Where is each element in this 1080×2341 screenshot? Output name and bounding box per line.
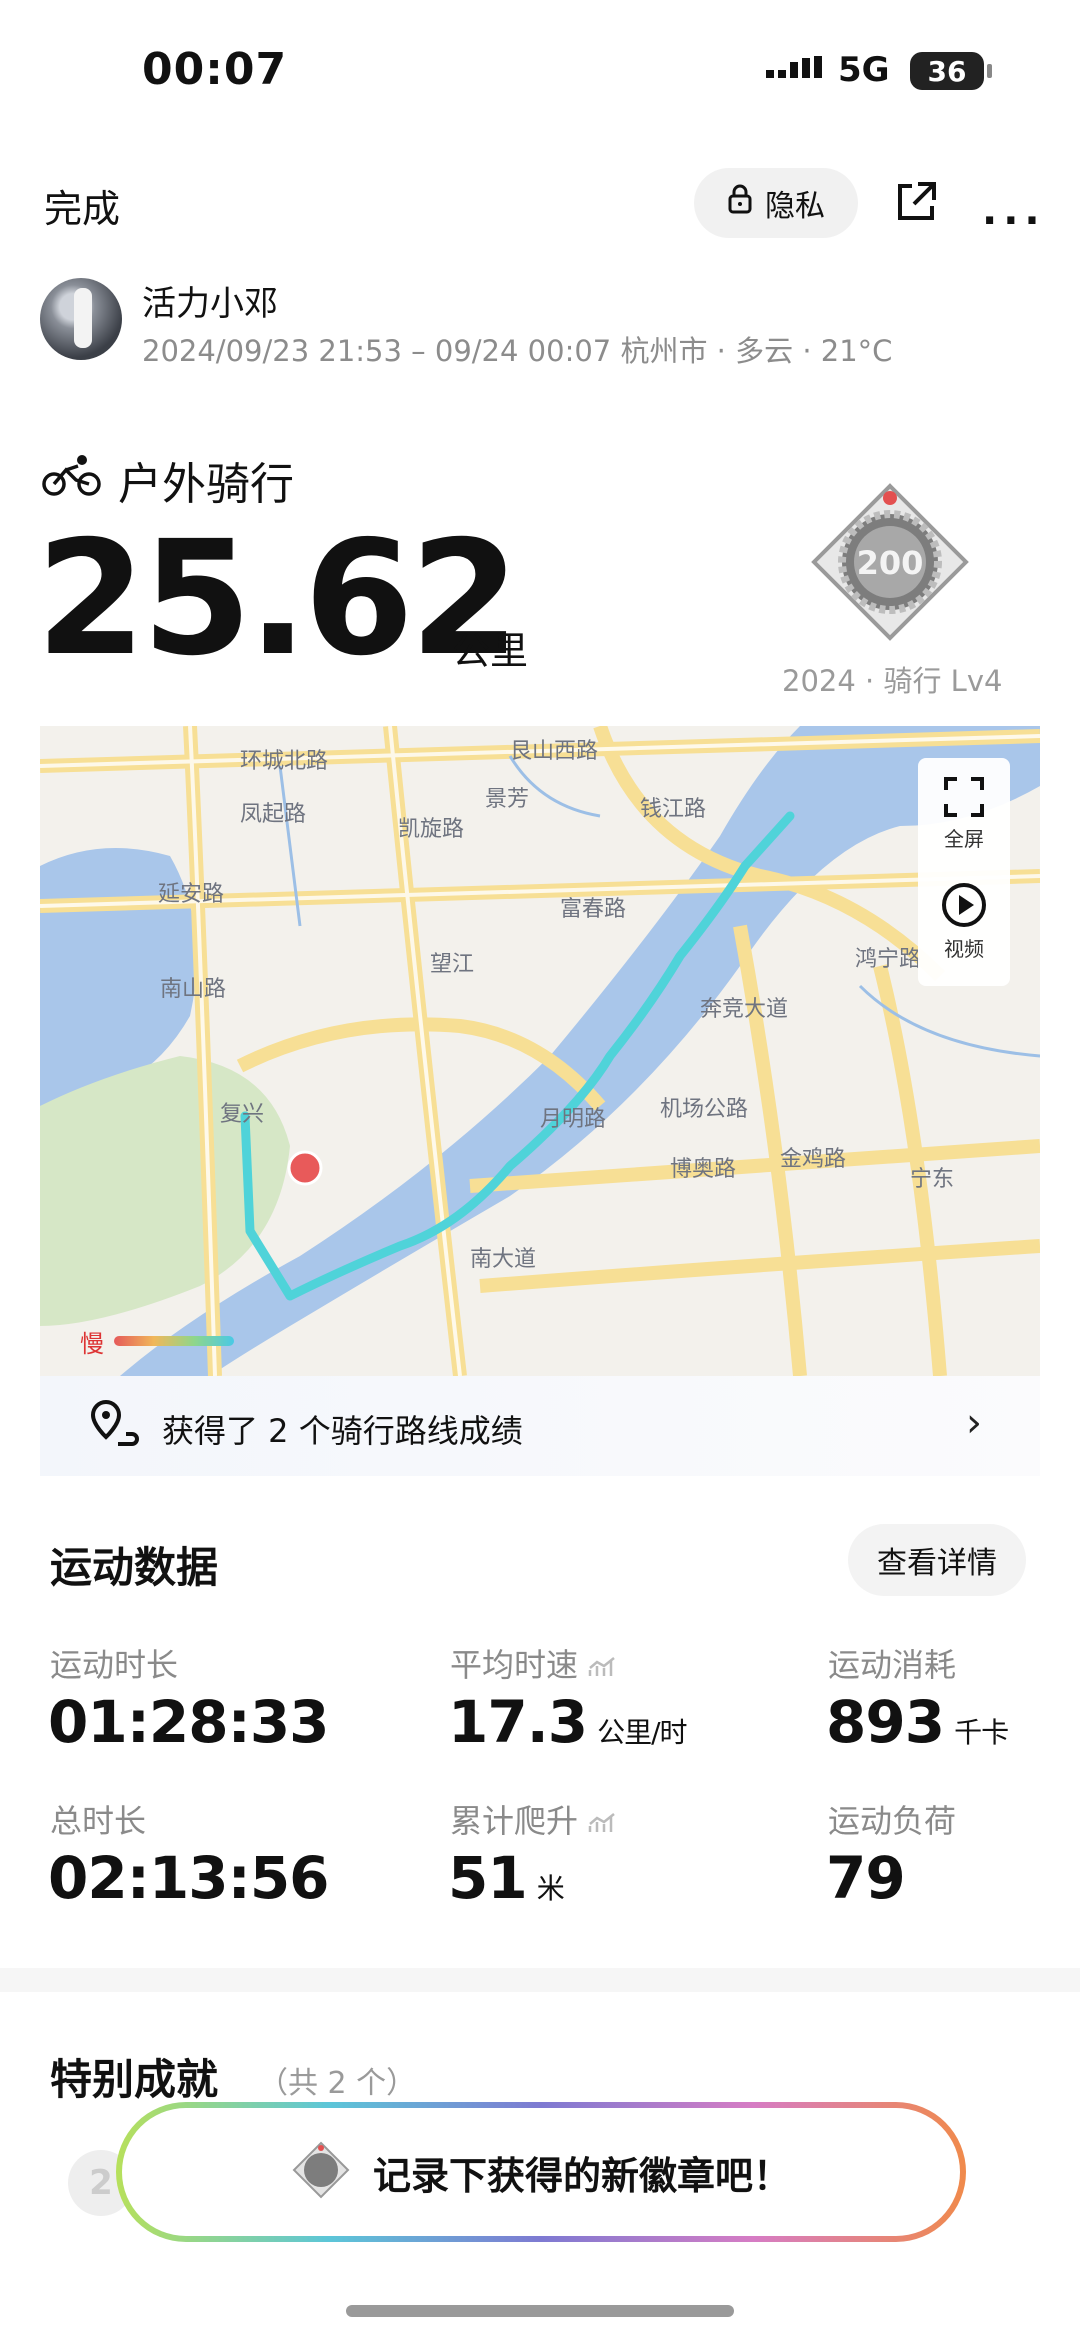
more-icon[interactable]: ··· bbox=[982, 198, 1046, 244]
section-divider bbox=[0, 1968, 1080, 1992]
map-street-label: 金鸡路 bbox=[780, 1147, 846, 1172]
toast-text: 记录下获得的新徽章吧！ bbox=[372, 2153, 791, 2198]
map-street-label: 鸿宁路 bbox=[855, 947, 921, 972]
stat-value: 893 千卡 bbox=[826, 1688, 1009, 1756]
privacy-button[interactable]: 隐私 bbox=[694, 168, 858, 238]
badge-thumb-icon bbox=[291, 2140, 351, 2204]
stat-label: 总时长 bbox=[50, 1802, 147, 1840]
user-name: 活力小邓 bbox=[142, 284, 278, 324]
stat-label: 运动消耗 bbox=[828, 1646, 957, 1684]
map-street-label: 宁东 bbox=[910, 1167, 954, 1192]
speed-legend-slow: 慢 bbox=[80, 1330, 104, 1358]
chevron-right-icon: › bbox=[966, 1400, 982, 1446]
stat-value: 51 米 bbox=[448, 1844, 565, 1912]
trend-icon[interactable] bbox=[588, 1812, 616, 1834]
speed-legend-bar bbox=[114, 1336, 234, 1346]
fullscreen-label: 全屏 bbox=[944, 827, 984, 851]
avatar[interactable] bbox=[40, 278, 122, 360]
map-street-label: 奔竞大道 bbox=[700, 997, 788, 1022]
home-indicator[interactable] bbox=[346, 2305, 734, 2317]
stat-label: 运动时长 bbox=[50, 1646, 179, 1684]
map-street-label: 艮山西路 bbox=[510, 739, 598, 764]
privacy-label: 隐私 bbox=[765, 189, 825, 224]
trend-icon[interactable] bbox=[588, 1656, 616, 1678]
stat-label: 运动负荷 bbox=[828, 1802, 957, 1840]
stats-title: 运动数据 bbox=[50, 1543, 219, 1592]
map-street-label: 月明路 bbox=[540, 1107, 606, 1132]
activity-meta: 2024/09/23 21:53 – 09/24 00:07 杭州市 · 多云 … bbox=[142, 334, 893, 368]
done-button[interactable]: 完成 bbox=[44, 178, 120, 233]
route-pin-icon bbox=[88, 1398, 140, 1454]
route-achievement-text: 获得了 2 个骑行路线成绩 bbox=[162, 1412, 523, 1450]
distance-value: 25.62 bbox=[36, 507, 520, 691]
map-street-label: 南山路 bbox=[160, 977, 226, 1002]
route-map[interactable]: 环城北路 艮山西路凤起路 景芳 凯旋路 钱江路延安路南山路 望江 富春路鸿宁路奔竞大道机场公… bbox=[40, 726, 1040, 1376]
stat-label: 平均时速 bbox=[450, 1640, 616, 1686]
map-tools: 全屏 视频 bbox=[918, 758, 1010, 986]
network-type: 5G bbox=[838, 50, 890, 90]
stat-value: 01:28:33 bbox=[48, 1688, 330, 1756]
map-street-label: 博奥路 bbox=[670, 1157, 736, 1182]
signal-icon bbox=[766, 56, 826, 90]
level-badge[interactable]: 200 bbox=[808, 480, 972, 648]
play-icon bbox=[942, 883, 986, 927]
achievements-count: （共 2 个） bbox=[258, 2066, 417, 2101]
distance-unit: 公里 bbox=[452, 629, 529, 673]
map-street-label: 望江 bbox=[430, 952, 474, 977]
activity-type: 户外骑行 bbox=[118, 459, 294, 510]
badge-caption: 2024 · 骑行 Lv4 bbox=[782, 664, 1003, 698]
video-button[interactable]: 视频 bbox=[918, 882, 1010, 962]
stat-value: 17.3 公里/时 bbox=[448, 1688, 688, 1756]
stat-value: 79 bbox=[826, 1844, 906, 1912]
view-details-button[interactable]: 查看详情 bbox=[848, 1524, 1026, 1596]
map-street-label: 凯旋路 bbox=[398, 817, 464, 842]
bicycle-icon bbox=[42, 452, 102, 502]
new-badge-toast[interactable]: 记录下获得的新徽章吧！ bbox=[116, 2102, 966, 2242]
map-street-label: 环城北路 bbox=[240, 749, 328, 774]
stat-label: 累计爬升 bbox=[450, 1796, 616, 1842]
video-label: 视频 bbox=[944, 937, 984, 961]
map-street-label: 机场公路 bbox=[660, 1097, 748, 1122]
map-street-label: 南大道 bbox=[470, 1247, 536, 1272]
route-achievement-banner[interactable]: 获得了 2 个骑行路线成绩 › bbox=[40, 1376, 1040, 1476]
share-icon[interactable] bbox=[894, 180, 938, 228]
fullscreen-icon bbox=[944, 777, 984, 817]
map-street-label: 景芳 bbox=[485, 787, 529, 812]
fullscreen-button[interactable]: 全屏 bbox=[918, 776, 1010, 852]
map-street-label: 富春路 bbox=[560, 897, 626, 922]
map-street-label: 延安路 bbox=[158, 882, 224, 907]
map-street-label: 凤起路 bbox=[240, 802, 306, 827]
status-time: 00:07 bbox=[142, 44, 288, 95]
map-street-label: 复兴 bbox=[220, 1102, 264, 1127]
stat-value: 02:13:56 bbox=[48, 1844, 330, 1912]
lock-icon bbox=[727, 184, 753, 222]
badge-number: 200 bbox=[857, 544, 924, 582]
battery-icon: 36 bbox=[910, 52, 992, 90]
map-street-label: 钱江路 bbox=[640, 797, 706, 822]
achievements-title: 特别成就 bbox=[50, 2055, 219, 2104]
